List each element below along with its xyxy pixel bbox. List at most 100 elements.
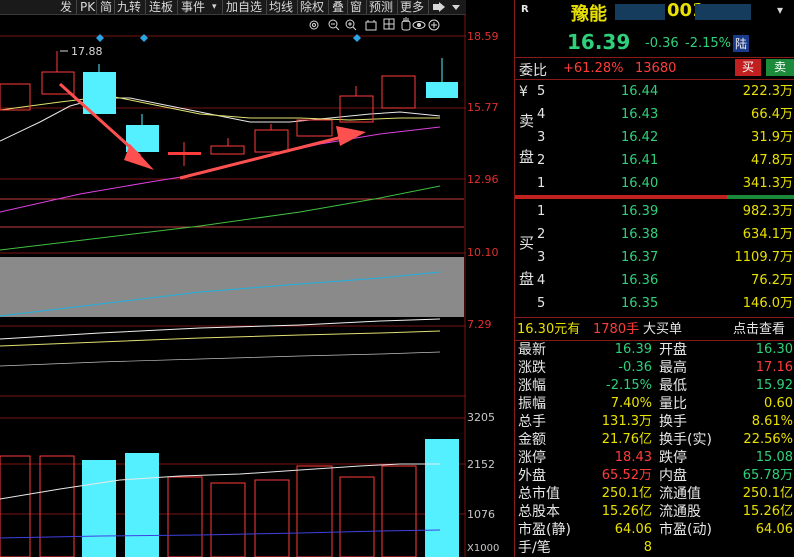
- stat-value: 64.06: [614, 522, 652, 537]
- stat-label: 涨跌: [518, 360, 546, 376]
- ask-volume: 341.3万: [742, 176, 793, 191]
- volume-bars: [0, 439, 459, 557]
- bid-price: 16.39: [621, 204, 659, 219]
- stat-value: 15.92: [755, 378, 793, 393]
- toolbar-item-simple[interactable]: 简: [100, 0, 112, 14]
- bid-volume: 982.3万: [742, 204, 793, 219]
- ask-row[interactable]: 5 16.44 222.3万: [515, 81, 794, 102]
- quote-panel: R 豫能 001 ▾ 16.39 -0.36 -2.15% 陆 委比 +61.2…: [514, 0, 794, 557]
- stock-name: 豫能: [571, 4, 607, 25]
- stat-label: 市盈(动): [659, 522, 712, 538]
- toolbox-icon: [365, 20, 377, 31]
- ask-row[interactable]: 3 16.42 31.9万: [515, 127, 794, 148]
- big-order-label: 大买单: [643, 322, 683, 337]
- toolbar-item-jiuzhuan[interactable]: 九转: [117, 0, 141, 14]
- chevron-down-icon[interactable]: ▾: [777, 3, 783, 17]
- volume-axis-label: 2152: [467, 458, 495, 471]
- stat-row: 金额 21.76亿 换手(实) 22.56%: [515, 431, 794, 449]
- stat-row: 最新 16.39 开盘 16.30: [515, 341, 794, 359]
- toolbar-item-more[interactable]: 更多: [400, 0, 424, 14]
- stat-value: 8.61%: [751, 414, 793, 429]
- bid-row[interactable]: 4 16.36 76.2万: [515, 270, 794, 291]
- stat-value: 22.56%: [743, 432, 793, 447]
- ask-volume: 47.8万: [751, 153, 793, 168]
- stat-label: 开盘: [659, 342, 687, 358]
- price-change-pct: -2.15%: [685, 36, 731, 51]
- stat-value: 21.76亿: [601, 432, 652, 447]
- toolbar-item-pk[interactable]: PK: [80, 0, 95, 14]
- ask-price: 16.43: [621, 107, 659, 122]
- bid-volume: 76.2万: [751, 273, 793, 288]
- bid-price: 16.35: [621, 296, 659, 311]
- toolbar-item-exright[interactable]: 除权: [300, 0, 324, 14]
- ask-row[interactable]: 4 16.43 66.4万: [515, 104, 794, 125]
- toolbar-item-ma[interactable]: 均线: [269, 0, 293, 14]
- stat-value: 8: [643, 540, 652, 555]
- chart-toolbar: 发 PK 简 九转 连板 事件 ▾ 加自选 均线 除权 叠 窗 预测 更多: [0, 0, 466, 15]
- stock-name-mask: [615, 4, 665, 20]
- buy-button[interactable]: 买: [735, 59, 761, 76]
- big-order-link[interactable]: 点击查看: [733, 319, 785, 340]
- bid-row[interactable]: 1 16.39 982.3万: [515, 201, 794, 222]
- weibi-label: 委比: [519, 63, 547, 79]
- stat-value: 16.39: [614, 342, 652, 357]
- ask-level: 4: [537, 107, 546, 122]
- ask-row[interactable]: 2 16.41 47.8万: [515, 150, 794, 171]
- bid-level: 3: [537, 250, 546, 265]
- candle-7: [254, 129, 289, 153]
- stat-value: 17.16: [755, 360, 793, 375]
- stat-value: 15.08: [755, 450, 793, 465]
- pin-icon[interactable]: [432, 1, 446, 13]
- stat-value: 18.43: [614, 450, 652, 465]
- ask-row[interactable]: 1 16.40 341.3万: [515, 173, 794, 194]
- stat-value: 0.60: [764, 396, 793, 411]
- stat-label: 最新: [518, 342, 546, 358]
- kline-chart[interactable]: 17.88: [0, 14, 466, 557]
- stat-value: 15.26亿: [601, 504, 652, 519]
- stat-row: 手/笔 8: [515, 539, 794, 557]
- price-axis-label: 18.59: [467, 30, 499, 43]
- big-order-row[interactable]: 16.30元有 1780手 大买单 点击查看: [515, 319, 794, 340]
- stat-value: -2.15%: [606, 378, 652, 393]
- bid-row[interactable]: 5 16.35 146.0万: [515, 293, 794, 314]
- volume-axis-label: 1076: [467, 508, 495, 521]
- big-order-volume: 1780手: [593, 322, 640, 337]
- toolbar-item-fa[interactable]: 发: [60, 0, 72, 14]
- sell-button[interactable]: 卖: [766, 59, 794, 76]
- stat-row: 涨跌 -0.36 最高 17.16: [515, 359, 794, 377]
- toolbar-dropdown-chevron-icon[interactable]: ▾: [212, 0, 217, 14]
- toolbar-item-events[interactable]: 事件: [181, 0, 205, 14]
- price-axis-label: 10.10: [467, 246, 499, 259]
- toolbar-item-window[interactable]: 窗: [350, 0, 362, 14]
- bid-volume: 146.0万: [742, 296, 793, 311]
- toolbar-item-add-watchlist[interactable]: 加自选: [226, 0, 262, 14]
- stat-row: 外盘 65.52万 内盘 65.78万: [515, 467, 794, 485]
- stat-value: 250.1亿: [742, 486, 793, 501]
- eye-icon: [412, 21, 426, 29]
- candle-9: [339, 95, 374, 123]
- stat-row: 振幅 7.40% 量比 0.60: [515, 395, 794, 413]
- bid-volume: 1109.7万: [734, 250, 794, 265]
- bid-row[interactable]: 3 16.37 1109.7万: [515, 247, 794, 268]
- stat-label: 总股本: [518, 504, 560, 520]
- stat-label: 流通股: [659, 504, 701, 520]
- ask-volume: 31.9万: [751, 130, 793, 145]
- stat-row: 总股本 15.26亿 流通股 15.26亿: [515, 503, 794, 521]
- ask-level: 2: [537, 153, 546, 168]
- price-axis-label: 15.77: [467, 101, 499, 114]
- toolbar-item-lianban[interactable]: 连板: [149, 0, 173, 14]
- toolbar-collapse-chevron-icon[interactable]: [450, 1, 462, 13]
- weicha-value: 13680: [635, 61, 677, 76]
- price-axis-label: 7.29: [467, 318, 492, 331]
- stat-value: 16.30: [755, 342, 793, 357]
- stat-label: 振幅: [518, 396, 546, 412]
- toolbar-item-forecast[interactable]: 预测: [369, 0, 393, 14]
- grid-icon: [383, 18, 395, 30]
- ask-level: 3: [537, 130, 546, 145]
- stat-label: 金额: [518, 432, 546, 448]
- candle-11: [426, 82, 458, 98]
- toolbar-item-overlay[interactable]: 叠: [332, 0, 344, 14]
- bid-row[interactable]: 2 16.38 634.1万: [515, 224, 794, 245]
- stat-label: 内盘: [659, 468, 687, 484]
- current-price: 16.39: [567, 30, 631, 54]
